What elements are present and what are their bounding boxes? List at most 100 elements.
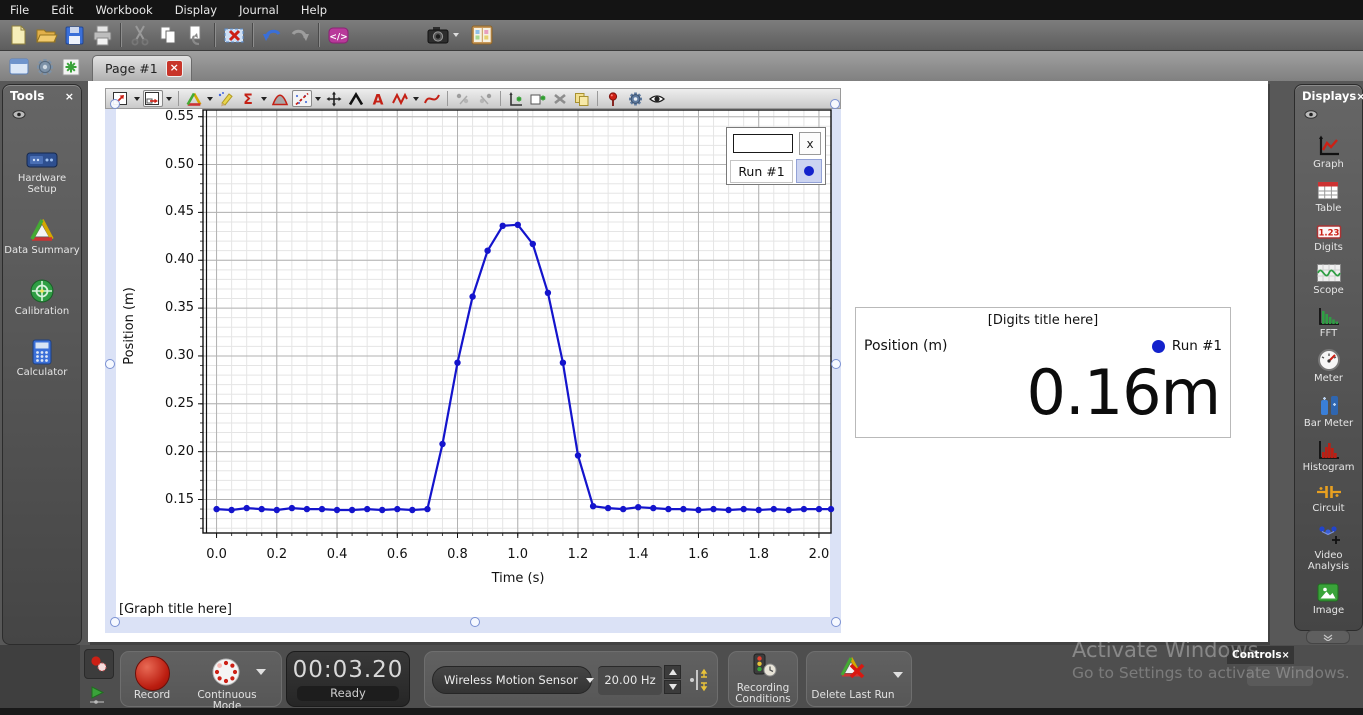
zoom-dropdown-arrow[interactable]	[166, 97, 172, 101]
sample-rate-field[interactable]: 20.00 Hz	[598, 666, 662, 695]
tools-item-calibration[interactable]: Calibration	[15, 278, 69, 317]
run-display-icon[interactable]	[390, 90, 410, 107]
add-plot-area-icon[interactable]	[528, 90, 548, 107]
redo-button[interactable]	[286, 22, 314, 48]
slope-dropdown-arrow[interactable]	[315, 97, 321, 101]
tools-panel-close-icon[interactable]: ×	[65, 90, 74, 103]
tools-item-calculator[interactable]: Calculator	[17, 339, 68, 378]
properties-gear-icon[interactable]	[625, 90, 645, 107]
annotation-icon[interactable]: A	[368, 90, 388, 107]
camera-button[interactable]	[424, 22, 452, 48]
resize-handle-top-right[interactable]	[830, 99, 840, 109]
tools-item-data-summary[interactable]: Data Summary	[4, 217, 79, 256]
displays-item-scope[interactable]: Scope	[1313, 263, 1343, 296]
statistics-sigma-icon[interactable]: Σ	[238, 90, 258, 107]
camera-dropdown-arrow[interactable]	[453, 33, 459, 37]
sensor-select-dropdown[interactable]: Wireless Motion Sensor	[432, 666, 592, 694]
copy-display-icon[interactable]	[572, 90, 592, 107]
displays-item-image[interactable]: Image	[1313, 582, 1344, 616]
graph-legend[interactable]: x Run #1	[726, 127, 826, 185]
resize-handle-bottom-center[interactable]	[470, 617, 480, 627]
continuous-mode-button[interactable]	[211, 657, 241, 687]
resize-handle-bottom-left[interactable]	[110, 617, 120, 627]
add-axis-icon[interactable]	[506, 90, 526, 107]
print-button[interactable]	[88, 22, 116, 48]
menu-journal[interactable]: Journal	[239, 3, 279, 17]
delete-last-run-button[interactable]	[839, 655, 867, 683]
tab-close-icon[interactable]: ×	[166, 60, 183, 77]
data-highlight-icon[interactable]	[184, 90, 204, 107]
statistics-dropdown-arrow[interactable]	[261, 97, 267, 101]
common-rate-button[interactable]	[688, 665, 712, 695]
record-button[interactable]	[135, 656, 170, 691]
legend-run-swatch[interactable]	[796, 159, 822, 183]
playback-mode-button[interactable]	[86, 684, 110, 706]
move-tool-icon[interactable]	[324, 90, 344, 107]
displays-item-digits[interactable]: 1.23 Digits	[1314, 224, 1343, 253]
rate-decrease-button[interactable]	[664, 680, 681, 694]
zoom-select-icon[interactable]	[143, 90, 163, 107]
displays-item-histogram[interactable]: Histogram	[1303, 439, 1355, 473]
highlight-dropdown-arrow[interactable]	[207, 97, 213, 101]
scale-dropdown-arrow[interactable]	[134, 97, 140, 101]
displays-item-circuit[interactable]: Circuit	[1312, 483, 1344, 514]
legend-title-input[interactable]	[733, 134, 793, 153]
paste-button[interactable]	[182, 22, 210, 48]
displays-item-bar-meter[interactable]: Bar Meter	[1304, 394, 1353, 429]
displays-item-meter[interactable]: Meter	[1314, 349, 1343, 384]
page-options-gear-icon[interactable]	[32, 55, 58, 79]
workbook-view-icon[interactable]	[6, 55, 32, 79]
undo-button[interactable]	[258, 22, 286, 48]
resize-handle-top-left[interactable]	[110, 99, 120, 109]
resize-handle-bottom-right[interactable]	[831, 617, 841, 627]
add-page-icon[interactable]	[58, 55, 84, 79]
remove-tool-icon[interactable]	[550, 90, 570, 107]
displays-item-graph[interactable]: Graph	[1313, 135, 1344, 170]
copy-button[interactable]	[154, 22, 182, 48]
displays-scroll-down-button[interactable]	[1306, 630, 1350, 644]
tools-panel-eye-icon[interactable]	[3, 104, 81, 125]
pin-icon[interactable]	[603, 90, 623, 107]
displays-item-fft[interactable]: FFT	[1317, 306, 1341, 339]
cut-button[interactable]	[126, 22, 154, 48]
sample-rate-spinner[interactable]	[664, 665, 681, 694]
legend-run-label[interactable]: Run #1	[730, 160, 793, 183]
mode-dropdown-arrow[interactable]	[256, 669, 266, 675]
tools-item-hardware-setup[interactable]: Hardware Setup	[3, 149, 81, 195]
journal-snapshot-button[interactable]: </>	[324, 22, 352, 48]
digits-measurement-label[interactable]: Position (m)	[864, 338, 948, 354]
slope-tool-icon[interactable]	[292, 90, 312, 107]
tab-page-1[interactable]: Page #1 ×	[92, 55, 192, 81]
menu-edit[interactable]: Edit	[51, 3, 73, 17]
record-mode-button[interactable]	[84, 649, 114, 679]
resize-handle-mid-left[interactable]	[105, 359, 115, 369]
next-data-icon[interactable]	[475, 90, 495, 107]
coordinates-tool-icon[interactable]	[346, 90, 366, 107]
workbook-button[interactable]	[468, 22, 496, 48]
digits-run-badge[interactable]: Run #1	[1152, 338, 1222, 354]
menu-workbook[interactable]: Workbook	[96, 3, 153, 17]
controls-tab-close-icon[interactable]: ×	[1282, 650, 1290, 661]
new-file-button[interactable]	[4, 22, 32, 48]
menu-help[interactable]: Help	[301, 3, 327, 17]
highlighter-pen-icon[interactable]	[216, 90, 236, 107]
menu-file[interactable]: File	[10, 3, 29, 17]
previous-data-icon[interactable]	[453, 90, 473, 107]
rate-increase-button[interactable]	[664, 665, 681, 679]
save-button[interactable]	[60, 22, 88, 48]
displays-item-video-analysis[interactable]: Video Analysis	[1295, 524, 1362, 572]
delete-selection-button[interactable]	[220, 22, 248, 48]
graph-title[interactable]: [Graph title here]	[119, 602, 232, 617]
resize-handle-mid-right[interactable]	[831, 359, 841, 369]
delete-run-dropdown-arrow[interactable]	[893, 672, 903, 678]
menu-display[interactable]: Display	[175, 3, 217, 17]
digits-display[interactable]: [Digits title here] Position (m) Run #1 …	[855, 307, 1231, 438]
run-display-dropdown-arrow[interactable]	[413, 97, 419, 101]
visibility-eye-icon[interactable]	[647, 90, 667, 107]
open-file-button[interactable]	[32, 22, 60, 48]
displays-item-table[interactable]: Table	[1316, 180, 1342, 214]
curve-fit-icon[interactable]	[270, 90, 290, 107]
legend-close-button[interactable]: x	[799, 132, 821, 155]
displays-panel-close-icon[interactable]: ×	[1356, 90, 1363, 103]
digits-title[interactable]: [Digits title here]	[856, 313, 1230, 328]
